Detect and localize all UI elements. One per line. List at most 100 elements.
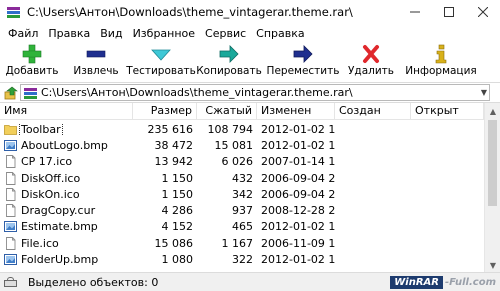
file-modified: 2012-01-02 16:25 <box>261 122 335 136</box>
table-row[interactable]: DiskOn.ico 1 150 342 2006-09-04 20:40 <box>0 186 484 202</box>
toolbar: Добавить Извлечь Тестировать Копировать … <box>0 42 500 82</box>
path-dropdown-icon[interactable]: ▼ <box>481 88 487 97</box>
bitmap-icon <box>4 253 17 266</box>
table-row[interactable]: CP 17.ico 13 942 6 026 2007-01-14 17:28 <box>0 154 484 170</box>
status-text: Выделено объектов: 0 <box>28 275 159 289</box>
file-name: Toolbar <box>19 122 63 136</box>
file-modified: 2008-12-28 20:48 <box>261 204 335 218</box>
test-button-label: Тестировать <box>126 65 196 77</box>
file-name: DiskOff.ico <box>21 171 81 185</box>
file-modified: 2006-09-04 20:40 <box>261 171 335 185</box>
file-packed-size: 342 <box>232 187 253 201</box>
window-controls <box>398 0 500 24</box>
file-modified: 2012-01-02 16:34 <box>261 253 335 267</box>
cell-name: CP 17.ico <box>0 155 133 168</box>
table-row[interactable]: DragCopy.cur 4 286 937 2008-12-28 20:48 <box>0 202 484 218</box>
minimize-button[interactable] <box>398 0 432 24</box>
maximize-button[interactable] <box>432 0 466 24</box>
menu-file[interactable]: Файл <box>3 27 43 40</box>
scroll-up-icon[interactable]: ▲ <box>485 103 500 119</box>
extract-button[interactable]: Извлечь <box>64 42 128 82</box>
file-size: 15 086 <box>154 236 194 250</box>
bitmap-icon <box>4 139 17 152</box>
path-text: C:\Users\Антон\Downloads\theme_vintagera… <box>41 86 353 99</box>
test-icon <box>151 49 171 61</box>
file-modified: 2006-09-04 20:40 <box>261 187 335 201</box>
add-button[interactable]: Добавить <box>0 42 64 82</box>
file-name: DiskOn.ico <box>21 187 80 201</box>
file-packed-size: 465 <box>232 220 253 234</box>
watermark-box: WinRAR <box>390 276 443 289</box>
winrar-app-icon[interactable] <box>6 5 21 20</box>
maximize-icon <box>444 7 454 17</box>
move-button[interactable]: Переместить <box>264 42 342 82</box>
status-bar: Выделено объектов: 0 WinRAR -Full.com <box>0 272 500 291</box>
extract-button-label: Извлечь <box>73 65 119 77</box>
window-title: C:\Users\Антон\Downloads\theme_vintagera… <box>27 5 353 19</box>
copy-button[interactable]: Копировать <box>194 42 264 82</box>
table-row[interactable]: DiskOff.ico 1 150 432 2006-09-04 20:40 <box>0 170 484 186</box>
file-packed-size: 432 <box>232 171 253 185</box>
vertical-scrollbar[interactable]: ▲ ▼ <box>484 103 500 272</box>
file-icon <box>4 187 17 201</box>
scroll-down-icon[interactable]: ▼ <box>485 257 500 272</box>
file-size: 38 472 <box>154 138 194 152</box>
file-icon <box>4 171 17 185</box>
table-row[interactable]: Toolbar 235 616 108 794 2012-01-02 16:25 <box>0 121 484 137</box>
up-folder-button[interactable] <box>2 84 20 102</box>
delete-button-label: Удалить <box>348 65 394 77</box>
cell-name: DiskOff.ico <box>0 172 133 185</box>
file-name: AboutLogo.bmp <box>21 138 108 152</box>
column-header-packed[interactable]: Сжатый <box>197 103 257 120</box>
minimize-icon <box>410 11 420 13</box>
column-header-size[interactable]: Размер <box>133 103 197 120</box>
menu-bar: Файл Правка Вид Избранное Сервис Справка <box>0 24 500 42</box>
delete-button[interactable]: Удалить <box>342 42 400 82</box>
watermark: WinRAR -Full.com <box>390 275 496 290</box>
menu-help[interactable]: Справка <box>251 27 309 40</box>
file-size: 1 150 <box>161 187 194 201</box>
cell-name: FolderUp.bmp <box>0 253 133 266</box>
path-field[interactable]: C:\Users\Антон\Downloads\theme_vintagera… <box>20 84 490 101</box>
file-modified: 2006-11-09 18:31 <box>261 236 335 250</box>
file-name: File.ico <box>21 236 59 250</box>
file-size: 4 286 <box>161 204 194 218</box>
add-button-label: Добавить <box>5 65 59 77</box>
table-row[interactable]: FolderUp.bmp 1 080 322 2012-01-02 16:34 <box>0 251 484 267</box>
file-size: 235 616 <box>147 122 194 136</box>
menu-tools[interactable]: Сервис <box>200 27 251 40</box>
file-icon <box>4 236 17 250</box>
cell-name: Estimate.bmp <box>0 220 133 233</box>
watermark-domain: -Full.com <box>444 277 496 288</box>
file-packed-size: 937 <box>232 204 253 218</box>
cell-name: File.ico <box>0 237 133 250</box>
scrollbar-thumb[interactable] <box>488 120 497 206</box>
cell-name: Toolbar <box>0 122 133 136</box>
info-button[interactable]: Информация <box>400 42 482 82</box>
file-modified: 2007-01-14 17:28 <box>261 155 335 169</box>
info-icon <box>435 44 447 64</box>
move-button-label: Переместить <box>266 65 340 77</box>
file-name: DragCopy.cur <box>21 204 96 218</box>
menu-view[interactable]: Вид <box>95 27 127 40</box>
menu-favorites[interactable]: Избранное <box>128 27 200 40</box>
file-packed-size: 322 <box>232 253 253 267</box>
file-packed-size: 1 167 <box>221 236 254 250</box>
file-packed-size: 15 081 <box>214 138 254 152</box>
table-row[interactable]: AboutLogo.bmp 38 472 15 081 2012-01-02 16:3… <box>0 137 484 153</box>
table-row[interactable]: File.ico 15 086 1 167 2006-11-09 18:31 <box>0 235 484 251</box>
cell-name: DragCopy.cur <box>0 204 133 217</box>
file-name: CP 17.ico <box>21 155 73 169</box>
table-row[interactable]: Estimate.bmp 4 152 465 2012-01-02 16:22 <box>0 219 484 235</box>
column-header-name[interactable]: Имя <box>0 103 133 120</box>
column-header-created[interactable]: Создан <box>335 103 411 120</box>
menu-edit[interactable]: Правка <box>43 27 95 40</box>
close-window-button[interactable] <box>466 0 500 24</box>
column-header-modified[interactable]: Изменен <box>257 103 335 120</box>
test-button[interactable]: Тестировать <box>126 42 196 82</box>
bitmap-icon <box>4 220 17 233</box>
cell-name: AboutLogo.bmp <box>0 139 133 152</box>
file-name: Estimate.bmp <box>21 220 98 234</box>
column-header-accessed[interactable]: Открыт <box>411 103 484 120</box>
file-packed-size: 6 026 <box>221 155 254 169</box>
